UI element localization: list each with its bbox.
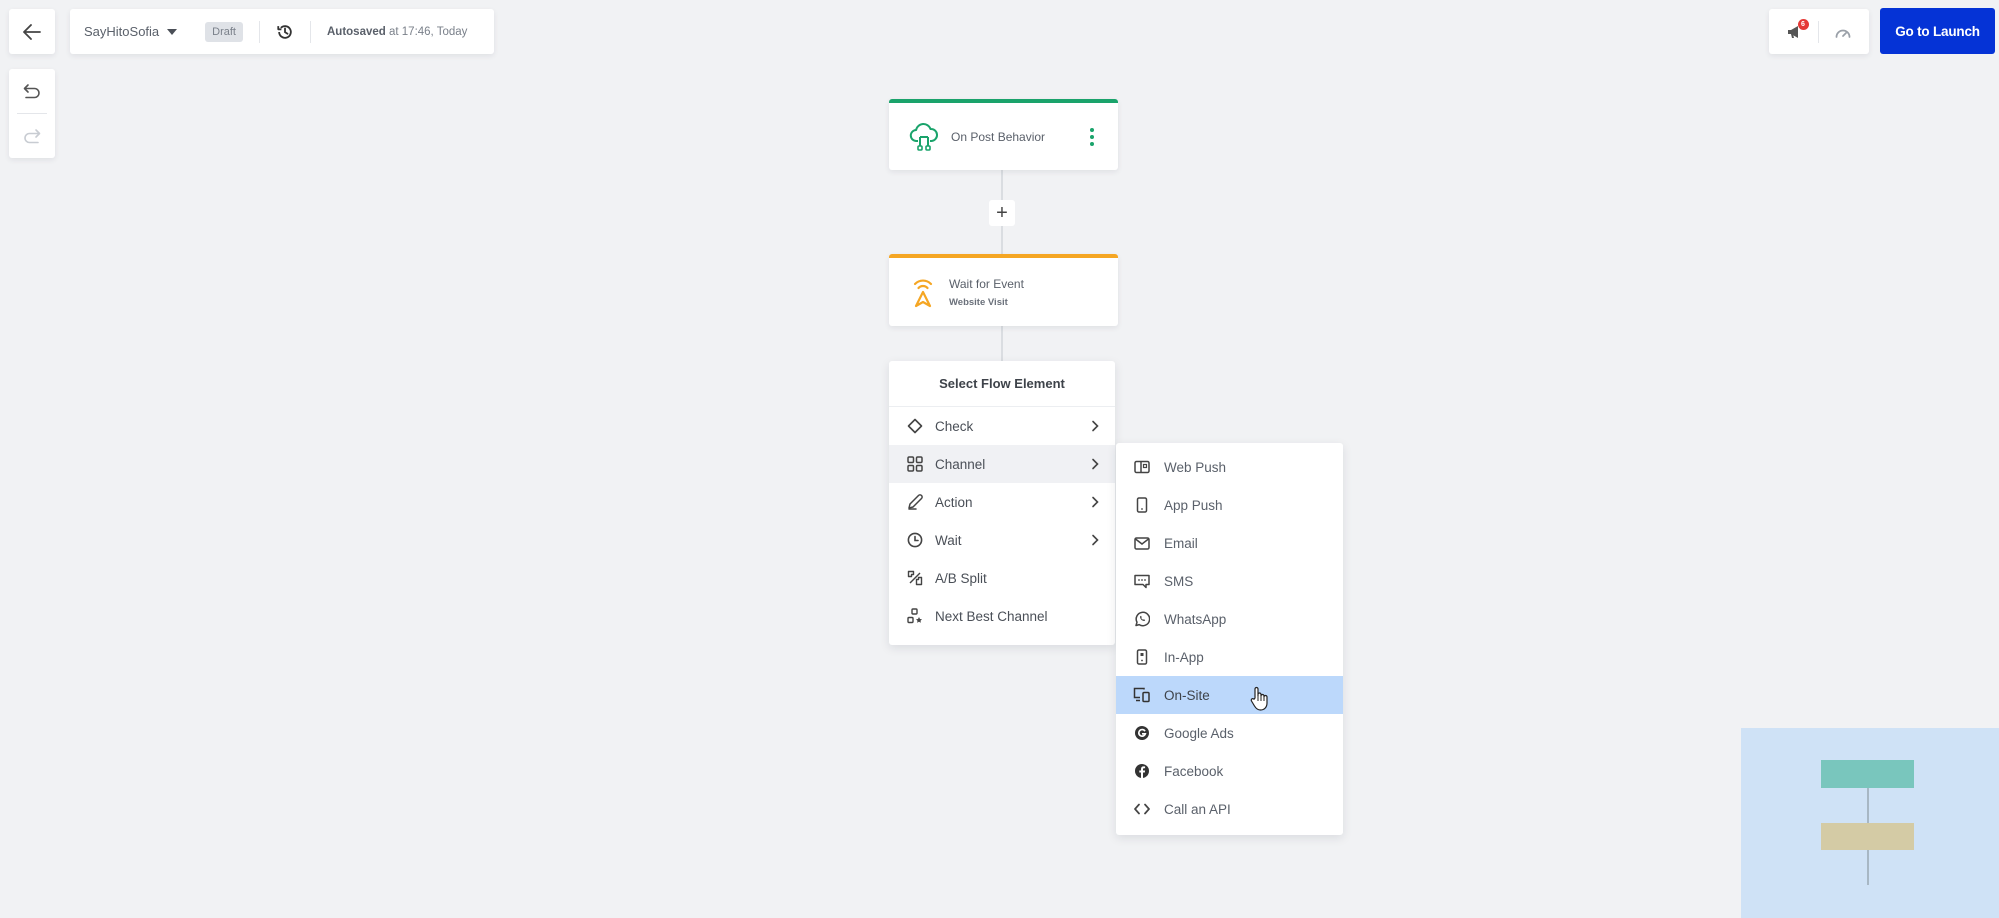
browser-icon [1134, 460, 1150, 474]
menu-item-channel[interactable]: Channel [889, 445, 1115, 483]
history-icon [277, 24, 292, 39]
dashboard-button[interactable] [1834, 25, 1852, 39]
submenu-item-label: Facebook [1164, 763, 1224, 779]
submenu-item-web-push[interactable]: Web Push [1116, 448, 1343, 486]
submenu-item-email[interactable]: Email [1116, 524, 1343, 562]
undo-button[interactable] [9, 69, 55, 113]
add-step-button[interactable]: + [989, 200, 1015, 226]
envelope-icon [1134, 536, 1150, 550]
redo-icon [24, 129, 41, 144]
chevron-right-icon [1092, 458, 1099, 470]
submenu-item-label: WhatsApp [1164, 611, 1227, 627]
smartphone-icon [1136, 497, 1148, 513]
pencil-icon [908, 494, 923, 510]
split-icon [907, 570, 923, 586]
submenu-item-label: Google Ads [1164, 725, 1234, 741]
minimap-connector [1867, 788, 1869, 823]
menu-item-next-best-channel[interactable]: Next Best Channel [889, 597, 1115, 635]
kebab-dot [1090, 127, 1094, 132]
minimap-node-trigger [1821, 760, 1914, 788]
cloud-network-icon [909, 122, 938, 151]
whatsapp-icon [1135, 611, 1150, 627]
minimap-connector [1867, 850, 1869, 885]
redo-button[interactable] [9, 114, 55, 158]
back-button[interactable] [9, 9, 55, 54]
submenu-item-label: On-Site [1164, 687, 1210, 703]
menu-item-label: Check [935, 418, 974, 434]
submenu-item-label: Email [1164, 535, 1198, 551]
minimap[interactable] [1741, 728, 1999, 918]
submenu-item-label: SMS [1164, 573, 1194, 589]
node-title: Wait for Event [949, 276, 1024, 291]
submenu-item-app-push[interactable]: App Push [1116, 486, 1343, 524]
menu-item-label: Action [935, 494, 973, 510]
chevron-right-icon [1092, 420, 1099, 432]
submenu-item-on-site[interactable]: On-Site [1116, 676, 1343, 714]
phone-inapp-icon [1136, 649, 1148, 665]
caret-down-icon [167, 28, 178, 35]
menu-title: Select Flow Element [889, 361, 1115, 407]
node-menu-button[interactable] [1086, 124, 1098, 150]
flow-node-trigger[interactable]: On Post Behavior [889, 99, 1118, 170]
google-icon [1135, 726, 1149, 740]
submenu-item-sms[interactable]: SMS [1116, 562, 1343, 600]
submenu-item-label: In-App [1164, 649, 1204, 665]
undo-icon [23, 84, 40, 99]
arrow-left-icon [23, 23, 41, 40]
menu-item-action[interactable]: Action [889, 483, 1115, 521]
submenu-item-google-ads[interactable]: Google Ads [1116, 714, 1343, 752]
grid-icon [907, 456, 923, 472]
chevron-right-icon [1092, 496, 1099, 508]
notification-count: 6 [1797, 18, 1809, 30]
menu-item-label: Next Best Channel [935, 608, 1048, 624]
chevron-right-icon [1092, 534, 1099, 546]
divider [310, 20, 311, 43]
chat-icon [1134, 574, 1150, 588]
devices-icon [1133, 687, 1150, 703]
divider [259, 20, 260, 43]
node-title: On Post Behavior [951, 129, 1046, 144]
project-name: SayHitoSofia [84, 24, 160, 39]
autosave-status: Autosaved at 17:46, Today [327, 25, 468, 38]
clock-icon [907, 532, 923, 548]
history-button[interactable] [276, 23, 294, 41]
channel-submenu: Web Push App Push Email SMS WhatsApp In-… [1116, 443, 1343, 835]
minimap-node-wait [1821, 823, 1914, 850]
kebab-dot [1090, 141, 1094, 146]
kebab-dot [1090, 134, 1094, 139]
menu-item-ab-split[interactable]: A/B Split [889, 559, 1115, 597]
notifications-button[interactable]: 6 [1787, 18, 1809, 39]
diamond-icon [907, 418, 923, 434]
node-subtitle: Website Visit [949, 296, 1008, 308]
submenu-item-facebook[interactable]: Facebook [1116, 752, 1343, 790]
shapes-star-icon [907, 608, 922, 624]
submenu-item-in-app[interactable]: In-App [1116, 638, 1343, 676]
code-icon [1134, 803, 1150, 815]
go-to-launch-button[interactable]: Go to Launch [1880, 8, 1995, 54]
menu-item-label: Channel [935, 456, 986, 472]
top-right-tools: 6 [1769, 9, 1869, 54]
submenu-item-label: App Push [1164, 497, 1223, 513]
menu-item-label: Wait [935, 532, 962, 548]
top-bar: SayHitoSofia Draft Autosaved at 17:46, T… [70, 9, 494, 54]
project-selector[interactable]: SayHitoSofia [84, 24, 178, 39]
gauge-icon [1835, 29, 1850, 38]
facebook-icon [1135, 764, 1149, 778]
menu-item-wait[interactable]: Wait [889, 521, 1115, 559]
flow-element-menu: Select Flow Element Check Channel Action… [889, 361, 1115, 645]
submenu-item-whatsapp[interactable]: WhatsApp [1116, 600, 1343, 638]
flow-node-wait[interactable]: Wait for Event Website Visit [889, 254, 1118, 326]
undo-redo-panel [9, 69, 55, 158]
status-badge: Draft [205, 21, 243, 42]
signal-tower-icon [913, 279, 933, 308]
divider [1817, 20, 1819, 43]
connector-line [1001, 326, 1003, 361]
menu-item-label: A/B Split [935, 570, 987, 586]
submenu-item-label: Call an API [1164, 801, 1231, 817]
submenu-item-label: Web Push [1164, 459, 1227, 475]
menu-item-check[interactable]: Check [889, 407, 1115, 445]
submenu-item-call-api[interactable]: Call an API [1116, 790, 1343, 828]
